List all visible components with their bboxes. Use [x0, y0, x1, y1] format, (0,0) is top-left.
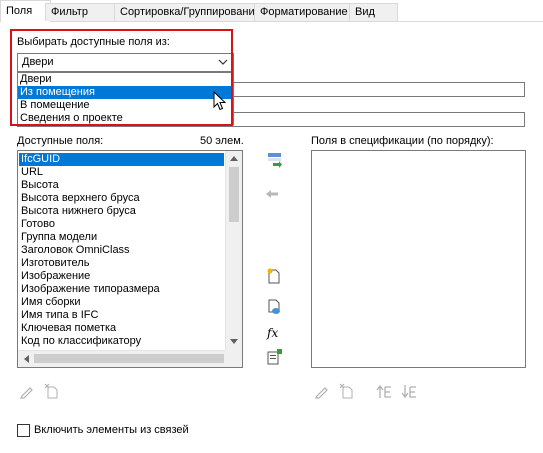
move-up-icon[interactable] — [376, 383, 392, 399]
scrollbar-corner — [225, 350, 242, 367]
edit-parameter-icon[interactable] — [19, 383, 35, 399]
tab-bar: Поля Фильтр Сортировка/Группирование Фор… — [0, 0, 543, 22]
list-item[interactable]: Высота нижнего бруса — [19, 205, 224, 218]
move-down-icon[interactable] — [401, 383, 417, 399]
horizontal-scrollbar[interactable] — [18, 350, 242, 367]
calculated-value-icon[interactable]: fx — [266, 324, 282, 340]
schedule-fields-list[interactable] — [311, 150, 526, 368]
tab-sorting[interactable]: Сортировка/Группирование — [114, 3, 261, 21]
add-field-icon[interactable] — [267, 152, 283, 168]
svg-text:fx: fx — [266, 326, 278, 340]
tab-fields[interactable]: Поля — [0, 0, 51, 22]
combine-parameters-icon[interactable] — [266, 349, 282, 365]
list-item[interactable]: URL — [19, 166, 224, 179]
shared-parameter-icon[interactable] — [266, 299, 282, 315]
list-item[interactable]: Имя типа в IFC — [19, 309, 224, 322]
list-item[interactable]: Заголовок OmniClass — [19, 244, 224, 257]
list-item[interactable]: Изготовитель — [19, 257, 224, 270]
list-item[interactable]: Имя сборки — [19, 296, 224, 309]
horizontal-scroll-thumb[interactable] — [34, 354, 224, 363]
schedule-fields-label: Поля в спецификации (по порядку): — [311, 135, 494, 147]
available-fields-list[interactable]: IfcGUID URL Высота Высота верхнего бруса… — [17, 150, 243, 368]
new-parameter-icon[interactable] — [266, 268, 282, 284]
list-item[interactable]: Готово — [19, 218, 224, 231]
highlight-frame — [10, 29, 233, 126]
available-fields-label: Доступные поля: — [17, 135, 104, 147]
delete-parameter-icon[interactable] — [44, 383, 60, 399]
scroll-down-icon[interactable] — [230, 339, 238, 345]
list-item[interactable]: Группа модели — [19, 231, 224, 244]
include-links-checkbox[interactable] — [17, 424, 30, 437]
tab-filter[interactable]: Фильтр — [45, 3, 119, 21]
list-item[interactable]: Изображение — [19, 270, 224, 283]
vertical-scrollbar[interactable] — [225, 151, 242, 350]
scroll-up-icon[interactable] — [230, 155, 238, 161]
list-item[interactable]: Высота — [19, 179, 224, 192]
edit-field-icon[interactable] — [314, 383, 330, 399]
delete-field-icon[interactable] — [339, 383, 355, 399]
list-item[interactable]: Ключевая пометка — [19, 322, 224, 335]
remove-field-icon[interactable] — [264, 186, 280, 202]
tab-formatting[interactable]: Форматирование — [254, 3, 358, 21]
tab-appearance[interactable]: Вид — [349, 3, 398, 21]
mouse-cursor-icon — [213, 91, 227, 111]
list-item[interactable]: Высота верхнего бруса — [19, 192, 224, 205]
list-item[interactable]: Код по классификатору — [19, 335, 224, 348]
vertical-scroll-thumb[interactable] — [229, 167, 239, 222]
list-item[interactable]: Изображение типоразмера — [19, 283, 224, 296]
list-item[interactable]: IfcGUID — [19, 153, 224, 166]
scroll-left-icon[interactable] — [23, 355, 29, 363]
include-links-label: Включить элементы из связей — [34, 424, 189, 436]
available-fields-count: 50 элем. — [200, 135, 244, 147]
